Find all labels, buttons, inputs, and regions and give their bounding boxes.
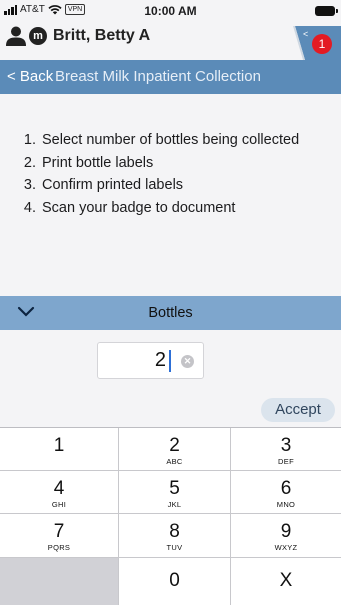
key-0[interactable]: 0 (119, 558, 231, 605)
accept-button[interactable]: Accept (261, 398, 335, 422)
instructions-panel: 1. Select number of bottles being collect… (0, 94, 341, 294)
step-number: 1. (23, 132, 36, 148)
key-digit: 7 (53, 521, 65, 542)
key-6[interactable]: 6 MNO (231, 471, 341, 514)
page-title: Breast Milk Inpatient Collection (55, 68, 261, 85)
person-icon (6, 26, 26, 46)
bottle-count-input[interactable]: 2 ✕ (97, 342, 204, 379)
key-digit: 8 (169, 521, 180, 542)
step-text: Print bottle labels (42, 154, 154, 171)
key-letters: PQRS (47, 543, 71, 552)
key-digit: 2 (169, 435, 180, 456)
instruction-step: 1. Select number of bottles being collect… (20, 129, 299, 152)
key-letters: WXYZ (274, 543, 298, 552)
key-letters: DEF (278, 457, 294, 466)
bottle-count-area: 2 ✕ Accept (0, 330, 341, 427)
bottles-section-header[interactable]: Bottles (0, 296, 341, 330)
key-letters: TUV (166, 543, 183, 552)
step-number: 2. (23, 154, 36, 171)
bottles-label: Bottles (148, 305, 193, 321)
key-letters: JKL (167, 500, 182, 509)
key-digit: 3 (280, 435, 292, 456)
key-blank (0, 558, 119, 605)
step-number: 3. (23, 177, 36, 193)
back-button[interactable]: < Back (7, 68, 53, 85)
notification-tab[interactable]: < 1 (289, 26, 341, 62)
key-digit: 0 (169, 570, 180, 591)
key-clear[interactable]: X (231, 558, 341, 605)
patient-header: m Britt, Betty A < 1 (0, 22, 341, 60)
instruction-step: 2. Print bottle labels (20, 152, 299, 175)
key-letters: GHI (51, 500, 67, 509)
key-5[interactable]: 5 JKL (119, 471, 231, 514)
chevron-left-icon: < (303, 29, 309, 39)
key-4[interactable]: 4 GHI (0, 471, 119, 514)
clear-input-icon[interactable]: ✕ (181, 355, 194, 368)
step-text: Scan your badge to document (42, 199, 236, 216)
key-3[interactable]: 3 DEF (231, 428, 341, 471)
key-7[interactable]: 7 PQRS (0, 514, 119, 558)
step-text: Confirm printed labels (42, 177, 184, 193)
instruction-list: 1. Select number of bottles being collect… (20, 129, 299, 219)
instruction-step: 3. Confirm printed labels (20, 174, 299, 197)
battery-icon (315, 6, 338, 16)
step-number: 4. (23, 199, 36, 216)
key-8[interactable]: 8 TUV (119, 514, 231, 558)
notification-count-badge: 1 (312, 34, 332, 54)
clock: 10:00 AM (144, 4, 197, 18)
patient-name: Britt, Betty A (53, 27, 151, 44)
key-digit: X (279, 570, 293, 591)
key-1[interactable]: 1 (0, 428, 119, 471)
navigation-bar: < Back Breast Milk Inpatient Collection (0, 60, 341, 94)
bottle-count-value: 2 (154, 349, 166, 371)
key-9[interactable]: 9 WXYZ (231, 514, 341, 558)
key-digit: 5 (169, 478, 180, 499)
patient-badge-icon: m (29, 27, 47, 45)
step-text: Select number of bottles being collected (42, 132, 300, 148)
key-digit: 4 (53, 478, 65, 499)
key-digit: 9 (280, 521, 292, 542)
key-letters: ABC (166, 457, 183, 466)
key-letters: MNO (276, 500, 296, 509)
key-digit: 6 (280, 478, 292, 499)
instruction-step: 4. Scan your badge to document (20, 197, 299, 220)
text-caret (169, 350, 171, 372)
key-2[interactable]: 2 ABC (119, 428, 231, 471)
key-digit: 1 (53, 435, 65, 456)
numeric-keypad: 1 2 ABC 3 DEF 4 GHI 5 JKL 6 MNO 7 PQRS 8 TUV 9W… (0, 427, 341, 605)
status-bar: AT&T VPN 10:00 AM (0, 0, 341, 22)
